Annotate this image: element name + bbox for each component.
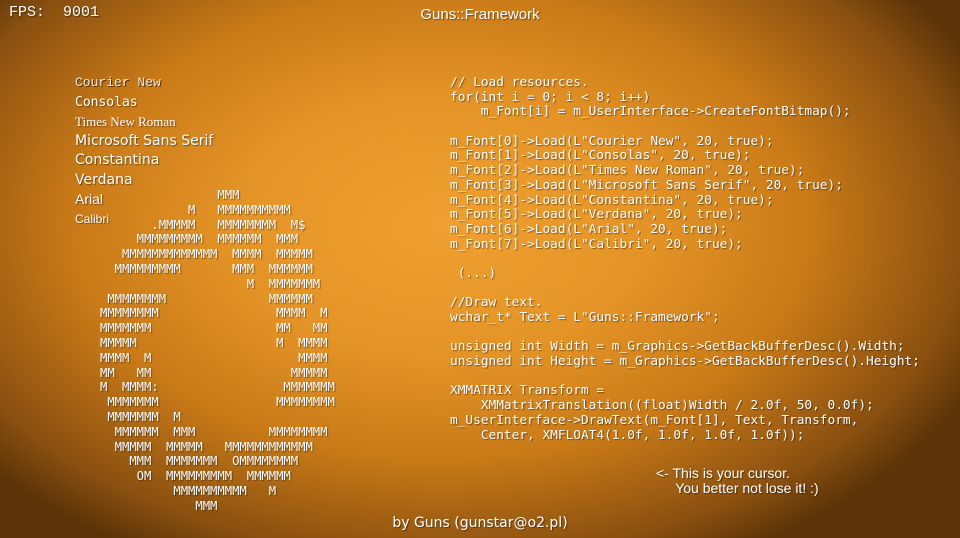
code-line: for(int i = 0; i < 8; i++): [450, 89, 651, 105]
cursor-note: <- This is your cursor. You better not l…: [656, 465, 819, 496]
code-line: m_Font[0]->Load(L"Courier New", 20, true…: [450, 133, 774, 149]
code-line: //Draw text.: [450, 295, 543, 311]
code-line: unsigned int Height = m_Graphics->GetBac…: [450, 354, 920, 370]
code-line: unsigned int Width = m_Graphics->GetBack…: [450, 339, 905, 355]
font-sample-microsoft-sans-serif: Microsoft Sans Serif: [75, 132, 214, 149]
code-line: wchar_t* Text = L"Guns::Framework";: [450, 310, 720, 325]
font-sample-consolas: Consolas: [75, 94, 138, 110]
code-line: m_Font[1]->Load(L"Consolas", 20, true);: [450, 148, 751, 164]
code-line: m_Font[7]->Load(L"Calibri", 20, true);: [450, 236, 743, 252]
code-line: m_Font[4]->Load(L"Constantina", 20, true…: [450, 192, 774, 208]
code-sample: // Load resources. for(int i = 0; i < 8;…: [450, 75, 920, 443]
code-line: Center, XMFLOAT4(1.0f, 1.0f, 1.0f, 1.0f)…: [450, 427, 805, 443]
ascii-art-logo: MMM M MMMMMMMMMM .MMMMM MMMMMMMM M$ MMMM…: [100, 188, 335, 513]
font-sample-times-new-roman: Times New Roman: [75, 114, 176, 129]
code-line: XMMatrixTranslation((float)Width / 2.0f,…: [450, 398, 874, 414]
code-line: m_Font[6]->Load(L"Arial", 20, true);: [450, 221, 728, 237]
code-line: m_Font[3]->Load(L"Microsoft Sans Serif",…: [450, 177, 843, 193]
font-sample-courier-new: Courier New: [75, 75, 161, 90]
code-line: m_Font[5]->Load(L"Verdana", 20, true);: [450, 207, 743, 223]
code-line: m_Font[i] = m_UserInterface->CreateFontB…: [450, 104, 851, 120]
window-title: Guns::Framework: [420, 6, 540, 23]
code-line: (...): [450, 265, 497, 281]
footer-credit: by Guns (gunstar@o2.pl): [392, 515, 568, 531]
code-line: // Load resources.: [450, 75, 589, 90]
code-line: m_Font[2]->Load(L"Times New Roman", 20, …: [450, 163, 805, 179]
font-sample-constantina: Constantina: [75, 152, 160, 168]
code-line: m_UserInterface->DrawText(m_Font[1], Tex…: [450, 412, 859, 428]
code-line: XMMATRIX Transform =: [450, 383, 605, 399]
